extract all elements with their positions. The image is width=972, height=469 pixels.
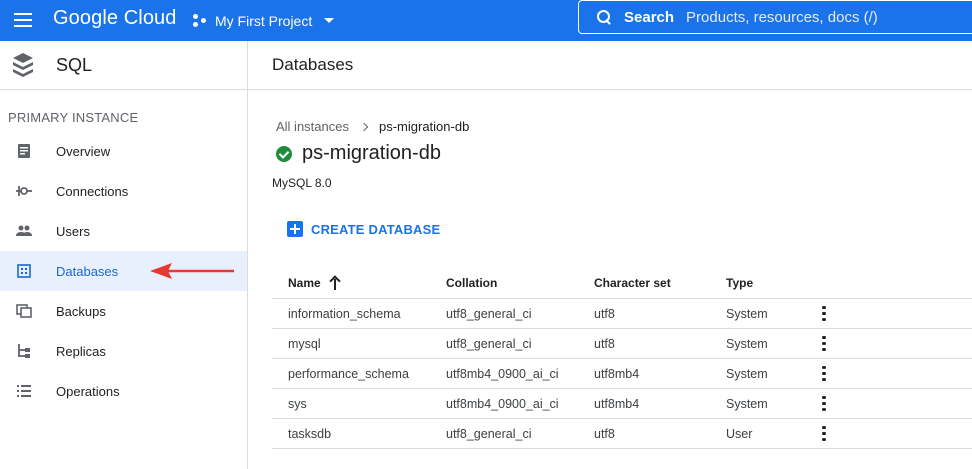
database-type: System (726, 396, 768, 411)
database-name: tasksdb (288, 426, 332, 441)
sidebar-header: SQL (0, 41, 247, 90)
column-header-type: Type (726, 276, 754, 290)
database-charset: utf8 (594, 336, 615, 351)
database-collation: utf8mb4_0900_ai_ci (446, 366, 559, 381)
databases-table: Name Collation Character set Type inform… (272, 268, 972, 449)
sidebar-title: SQL (56, 54, 93, 75)
database-name: information_schema (288, 306, 401, 321)
project-name: My First Project (215, 12, 313, 29)
database-collation: utf8_general_ci (446, 426, 532, 441)
database-name: sys (288, 396, 307, 411)
search-icon (597, 9, 612, 25)
column-header-collation: Collation (446, 276, 498, 290)
search-placeholder: Products, resources, docs (/) (686, 8, 878, 26)
sidebar-item-label: Connections (56, 183, 129, 199)
table-row: mysql utf8_general_ci utf8 System (272, 329, 972, 359)
sql-icon (13, 53, 33, 77)
sidebar-item-label: Users (56, 223, 90, 239)
database-type: System (726, 366, 768, 381)
sidebar: SQL PRIMARY INSTANCE Overview Connection… (0, 41, 248, 469)
breadcrumb-all-instances[interactable]: All instances (276, 119, 349, 134)
database-type: System (726, 306, 768, 321)
database-charset: utf8mb4 (594, 396, 640, 411)
more-vert-icon[interactable] (818, 389, 830, 418)
google-cloud-logo[interactable]: Google Cloud (53, 7, 177, 30)
connections-icon (16, 183, 32, 199)
table-header-row: Name Collation Character set Type (272, 268, 972, 299)
more-vert-icon[interactable] (818, 299, 830, 328)
instance-name: ps-migration-db (302, 142, 441, 164)
sidebar-item-overview[interactable]: Overview (0, 131, 247, 171)
database-collation: utf8_general_ci (446, 306, 532, 321)
chevron-right-icon (359, 122, 369, 131)
column-header-label: Name (288, 276, 321, 290)
instance-title: ps-migration-db (276, 142, 441, 165)
arrow-up-icon (329, 276, 341, 290)
instance-version: MySQL 8.0 (272, 176, 332, 190)
database-collation: utf8mb4_0900_ai_ci (446, 396, 559, 411)
database-charset: utf8 (594, 306, 615, 321)
table-row: information_schema utf8_general_ci utf8 … (272, 299, 972, 329)
page-title: Databases (248, 41, 972, 90)
project-icon (193, 13, 207, 28)
search-label: Search (624, 8, 675, 26)
menu-icon[interactable] (14, 10, 34, 30)
backups-icon (16, 303, 32, 319)
table-row: tasksdb utf8_general_ci utf8 User (272, 419, 972, 449)
breadcrumb-current: ps-migration-db (378, 119, 470, 134)
sidebar-item-databases[interactable]: Databases (0, 251, 247, 291)
sidebar-item-users[interactable]: Users (0, 211, 247, 251)
sidebar-item-operations[interactable]: Operations (0, 371, 247, 411)
chevron-down-icon (324, 18, 335, 23)
plus-icon (287, 221, 303, 237)
create-database-button[interactable]: CREATE DATABASE (287, 221, 440, 237)
users-icon (16, 223, 32, 239)
database-charset: utf8mb4 (594, 366, 640, 381)
sidebar-item-label: Overview (56, 143, 111, 159)
sidebar-item-replicas[interactable]: Replicas (0, 331, 247, 371)
sidebar-item-label: Databases (56, 263, 119, 279)
sidebar-item-label: Backups (56, 303, 106, 319)
more-vert-icon[interactable] (818, 359, 830, 388)
search-input[interactable]: Search Products, resources, docs (/) (578, 0, 972, 34)
database-type: System (726, 336, 768, 351)
operations-icon (16, 383, 32, 399)
project-selector[interactable]: My First Project (193, 0, 335, 41)
more-vert-icon[interactable] (818, 419, 830, 448)
check-circle-icon (276, 145, 292, 162)
sidebar-item-connections[interactable]: Connections (0, 171, 247, 211)
database-collation: utf8_general_ci (446, 336, 532, 351)
database-charset: utf8 (594, 426, 615, 441)
database-name: mysql (288, 336, 321, 351)
column-header-character-set: Character set (594, 276, 671, 290)
table-row: sys utf8mb4_0900_ai_ci utf8mb4 System (272, 389, 972, 419)
breadcrumb: All instances ps-migration-db (276, 119, 469, 134)
top-bar: Google Cloud My First Project Search Pro… (0, 0, 972, 41)
column-header-name[interactable]: Name (288, 268, 341, 298)
sidebar-item-label: Operations (56, 383, 120, 399)
annotation-arrow-icon (150, 263, 234, 279)
create-database-label: CREATE DATABASE (311, 221, 441, 237)
database-type: User (726, 426, 753, 441)
database-name: performance_schema (288, 366, 409, 381)
sidebar-section-label: PRIMARY INSTANCE (8, 110, 139, 125)
databases-icon (16, 263, 32, 279)
sidebar-item-label: Replicas (56, 343, 106, 359)
table-row: performance_schema utf8mb4_0900_ai_ci ut… (272, 359, 972, 389)
replicas-icon (16, 343, 32, 359)
more-vert-icon[interactable] (818, 329, 830, 358)
sidebar-item-backups[interactable]: Backups (0, 291, 247, 331)
overview-icon (16, 143, 32, 159)
